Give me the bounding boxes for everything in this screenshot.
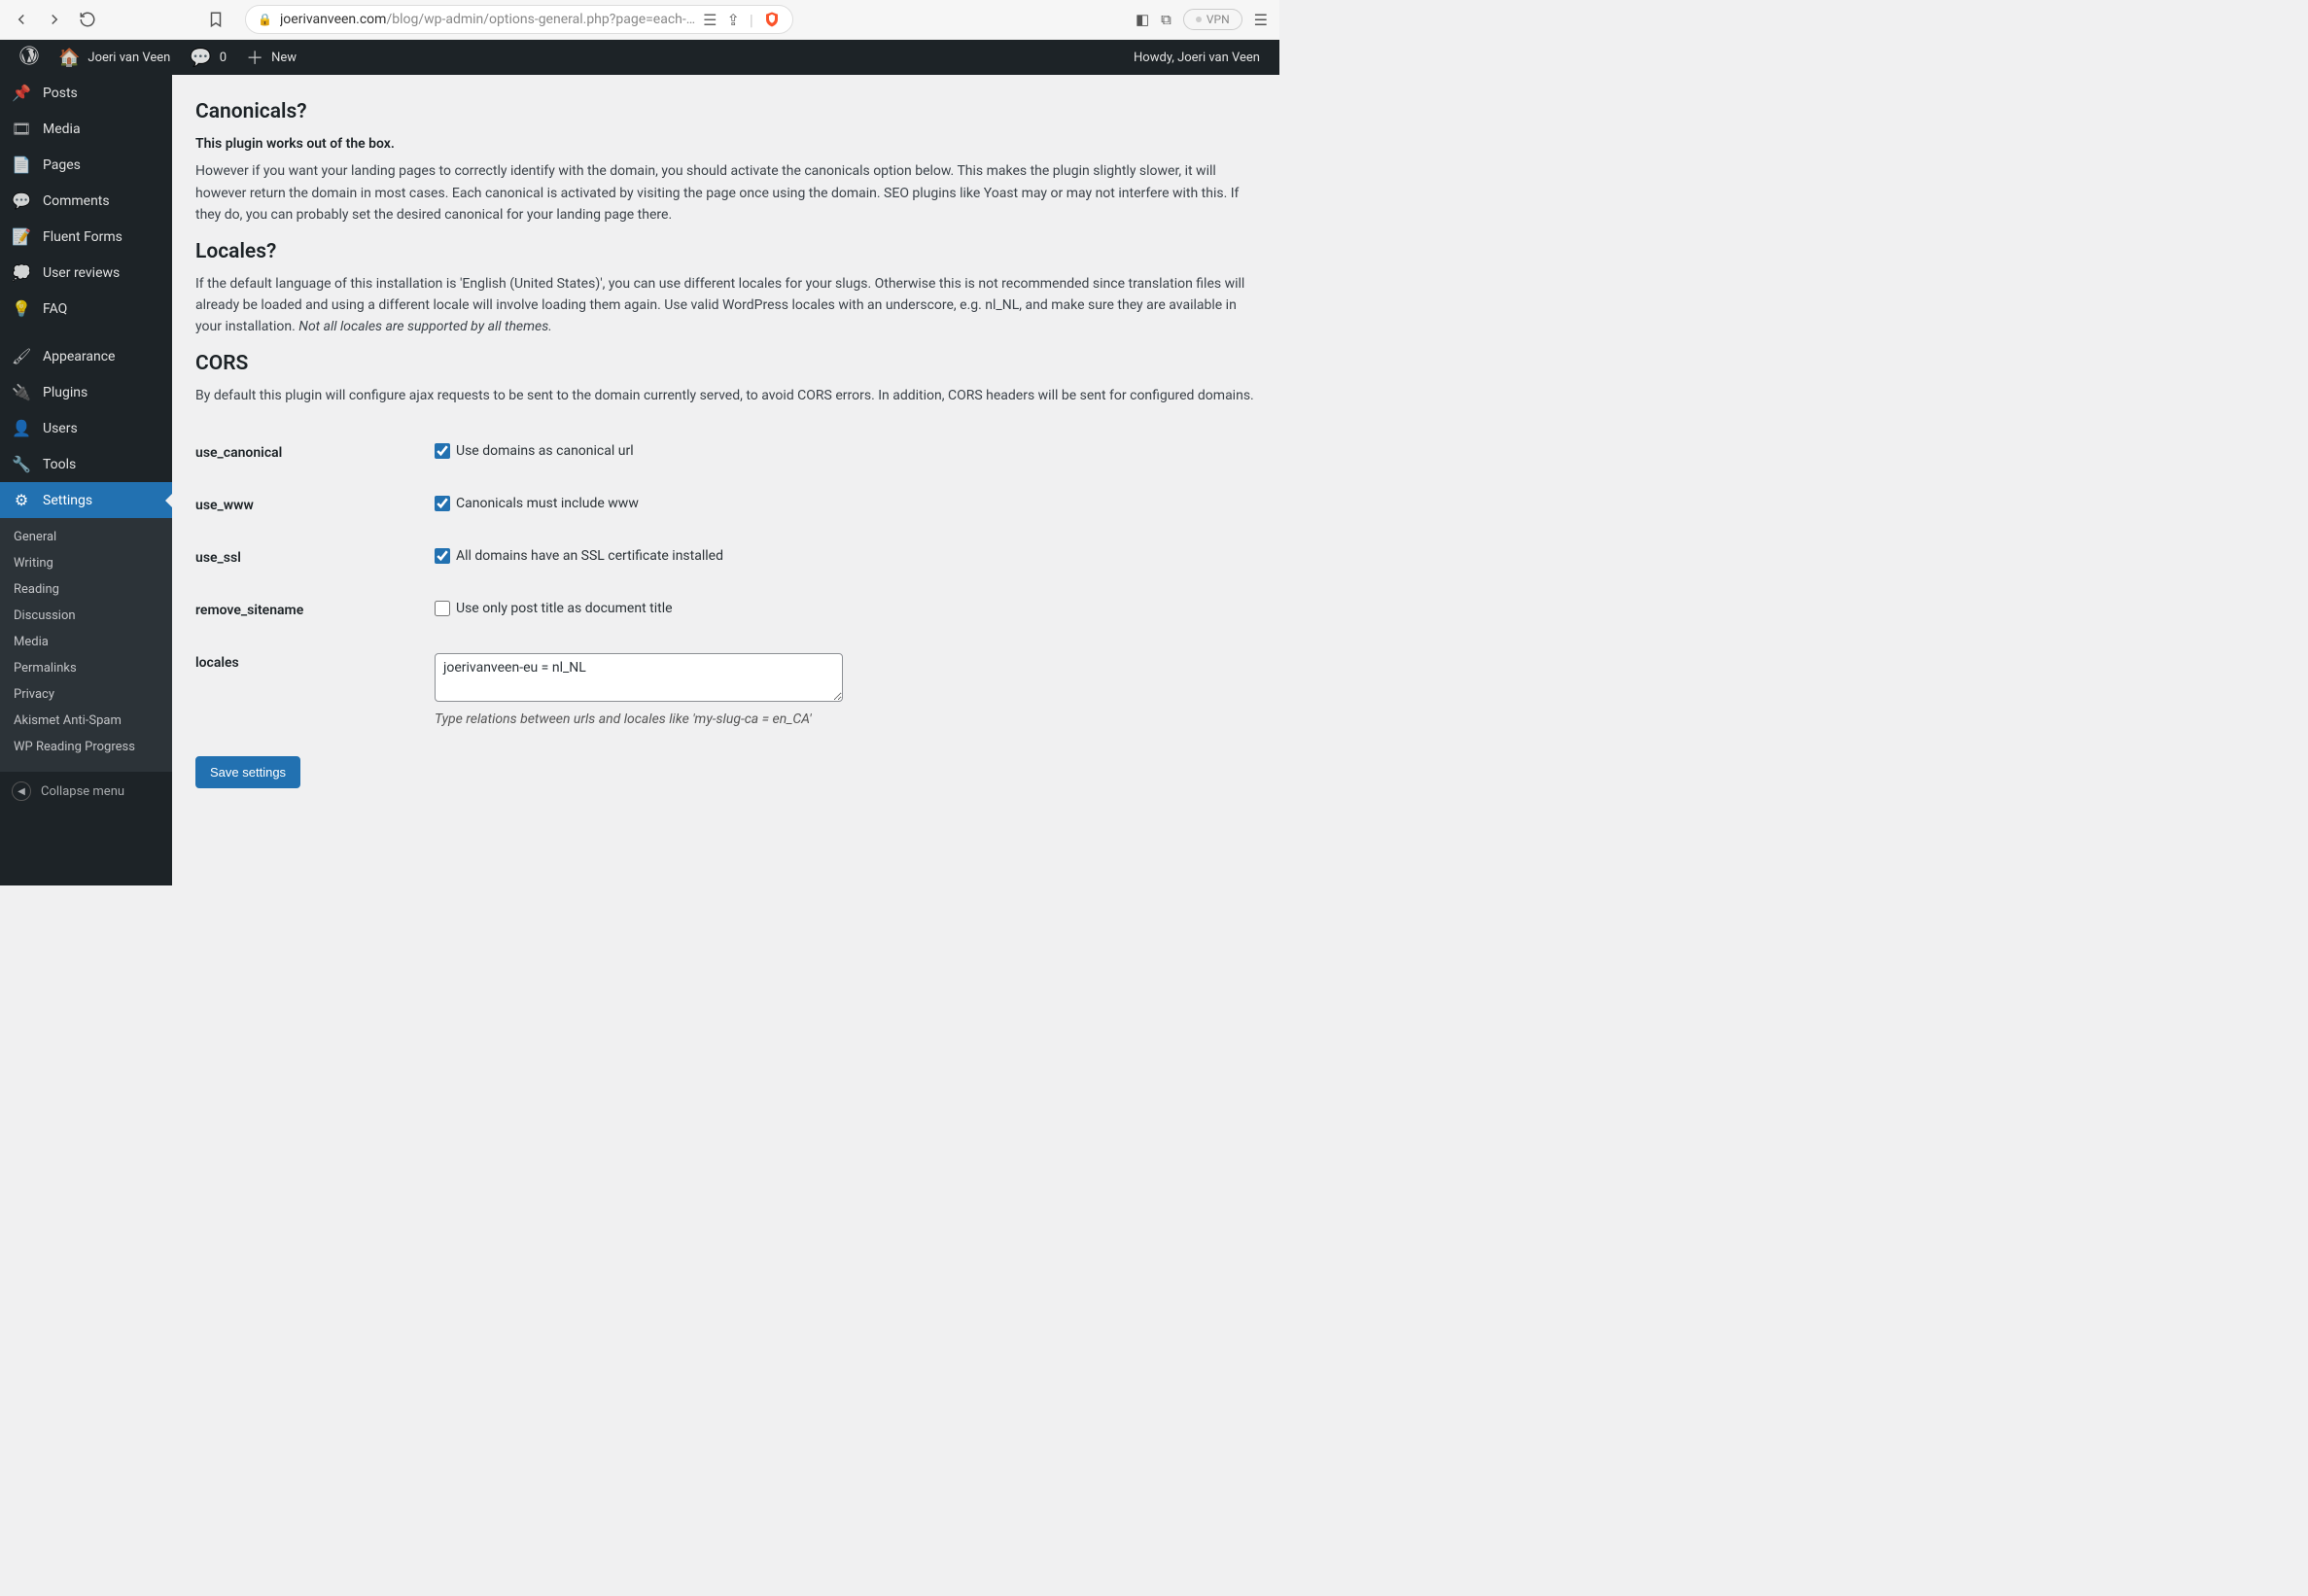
- wp-admin-bar: 🏠Joeri van Veen 💬0 ＋New Howdy, Joeri van…: [0, 40, 1279, 75]
- address-bar[interactable]: 🔒 joerivanveen.com/blog/wp-admin/options…: [245, 5, 793, 34]
- menu-icon: 👤: [12, 419, 31, 437]
- submenu-item-media[interactable]: Media: [0, 629, 172, 655]
- comment-icon: 💬: [190, 48, 211, 68]
- menu-icon: ⚙: [12, 491, 31, 509]
- wp-logo-menu[interactable]: [10, 40, 49, 75]
- url-text: joerivanveen.com/blog/wp-admin/options-g…: [280, 12, 695, 27]
- menu-icon: 📌: [12, 84, 31, 102]
- nav-back-button[interactable]: [12, 10, 31, 29]
- brave-shield-icon[interactable]: [763, 11, 781, 28]
- submenu-item-reading[interactable]: Reading: [0, 576, 172, 603]
- divider: |: [750, 11, 753, 29]
- submenu-item-general[interactable]: General: [0, 524, 172, 550]
- use-ssl-checkbox[interactable]: [435, 548, 450, 564]
- sidebar-item-fluent-forms[interactable]: 📝 Fluent Forms: [0, 219, 172, 255]
- cors-heading: CORS: [195, 352, 1256, 375]
- menu-icon: 🔌: [12, 383, 31, 401]
- menu-icon: 💬: [12, 191, 31, 210]
- collapse-menu-button[interactable]: ◀ Collapse menu: [0, 772, 172, 811]
- canonicals-intro: This plugin works out of the box.: [195, 133, 1256, 155]
- menu-icon: 💡: [12, 299, 31, 318]
- nav-forward-button[interactable]: [45, 10, 64, 29]
- locales-label: locales: [195, 653, 435, 727]
- canonicals-desc: However if you want your landing pages t…: [195, 160, 1256, 226]
- sidebar-item-comments[interactable]: 💬 Comments: [0, 183, 172, 219]
- use-www-label: use_www: [195, 496, 435, 513]
- nav-reload-button[interactable]: [78, 10, 97, 29]
- menu-label: Comments: [43, 193, 110, 209]
- settings-content: Canonicals? This plugin works out of the…: [172, 75, 1279, 885]
- canonicals-heading: Canonicals?: [195, 100, 1256, 123]
- menu-icon: 🖌: [12, 347, 31, 365]
- sidebar-item-settings[interactable]: ⚙ Settings: [0, 482, 172, 518]
- admin-sidebar: 📌 Posts 🎞 Media 📄 Pages 💬 Comments 📝 Fluent Forms…: [0, 75, 172, 885]
- menu-icon: 📝: [12, 227, 31, 246]
- menu-icon: 🔧: [12, 455, 31, 473]
- submenu-item-wp-reading-progress[interactable]: WP Reading Progress: [0, 734, 172, 760]
- new-content-link[interactable]: ＋New: [236, 40, 306, 75]
- wordpress-icon: [19, 46, 39, 69]
- sidebar-item-faq[interactable]: 💡 FAQ: [0, 291, 172, 327]
- locales-desc: If the default language of this installa…: [195, 273, 1256, 338]
- locales-heading: Locales?: [195, 240, 1256, 263]
- menu-label: Appearance: [43, 349, 115, 364]
- panel-toggle-icon[interactable]: ◧: [1136, 11, 1149, 28]
- menu-label: FAQ: [43, 301, 67, 317]
- save-settings-button[interactable]: Save settings: [195, 756, 300, 788]
- comments-link[interactable]: 💬0: [180, 40, 236, 75]
- use-ssl-label: use_ssl: [195, 548, 435, 566]
- menu-icon: 🎞: [12, 120, 31, 138]
- submenu-item-discussion[interactable]: Discussion: [0, 603, 172, 629]
- submenu-item-privacy[interactable]: Privacy: [0, 681, 172, 708]
- menu-label: Fluent Forms: [43, 229, 122, 245]
- remove-sitename-checkbox[interactable]: [435, 601, 450, 616]
- site-name-link[interactable]: 🏠Joeri van Veen: [49, 40, 180, 75]
- submenu-item-permalinks[interactable]: Permalinks: [0, 655, 172, 681]
- collapse-arrow-icon: ◀: [12, 781, 31, 801]
- lock-icon: 🔒: [258, 13, 272, 26]
- locales-hint: Type relations between urls and locales …: [435, 711, 1256, 727]
- menu-icon: 💭: [12, 263, 31, 282]
- sidebar-item-users[interactable]: 👤 Users: [0, 410, 172, 446]
- use-www-checkbox[interactable]: [435, 496, 450, 511]
- use-ssl-text: All domains have an SSL certificate inst…: [456, 548, 723, 564]
- sidebar-item-media[interactable]: 🎞 Media: [0, 111, 172, 147]
- menu-label: Users: [43, 421, 78, 436]
- settings-submenu: GeneralWritingReadingDiscussionMediaPerm…: [0, 518, 172, 772]
- menu-label: Tools: [43, 457, 76, 472]
- submenu-item-akismet-anti-spam[interactable]: Akismet Anti-Spam: [0, 708, 172, 734]
- submenu-item-writing[interactable]: Writing: [0, 550, 172, 576]
- menu-icon: 📄: [12, 156, 31, 174]
- use-www-text: Canonicals must include www: [456, 496, 639, 511]
- plus-icon: ＋: [246, 45, 263, 70]
- menu-label: Plugins: [43, 385, 87, 400]
- menu-label: Media: [43, 121, 81, 137]
- reader-mode-icon[interactable]: ☰: [703, 11, 717, 29]
- menu-label: Pages: [43, 157, 81, 173]
- remove-sitename-text: Use only post title as document title: [456, 601, 673, 616]
- use-canonical-label: use_canonical: [195, 443, 435, 461]
- hamburger-menu-icon[interactable]: ☰: [1254, 11, 1268, 29]
- cors-desc: By default this plugin will configure aj…: [195, 385, 1256, 406]
- use-canonical-text: Use domains as canonical url: [456, 443, 634, 459]
- vpn-button[interactable]: VPN: [1183, 9, 1242, 30]
- menu-label: Settings: [43, 493, 92, 508]
- howdy-account[interactable]: Howdy, Joeri van Veen: [1124, 40, 1270, 75]
- pip-icon[interactable]: ⧉: [1161, 11, 1171, 28]
- use-canonical-checkbox[interactable]: [435, 443, 450, 459]
- menu-label: User reviews: [43, 265, 120, 281]
- browser-toolbar: 🔒 joerivanveen.com/blog/wp-admin/options…: [0, 0, 1279, 40]
- remove-sitename-label: remove_sitename: [195, 601, 435, 618]
- sidebar-item-appearance[interactable]: 🖌 Appearance: [0, 338, 172, 374]
- home-icon: 🏠: [58, 48, 80, 68]
- sidebar-item-posts[interactable]: 📌 Posts: [0, 75, 172, 111]
- sidebar-item-tools[interactable]: 🔧 Tools: [0, 446, 172, 482]
- sidebar-item-pages[interactable]: 📄 Pages: [0, 147, 172, 183]
- sidebar-item-plugins[interactable]: 🔌 Plugins: [0, 374, 172, 410]
- share-icon[interactable]: ⇪: [726, 11, 739, 29]
- locales-textarea[interactable]: [435, 653, 843, 702]
- bookmark-icon[interactable]: [206, 10, 226, 29]
- menu-label: Posts: [43, 86, 78, 101]
- sidebar-item-user-reviews[interactable]: 💭 User reviews: [0, 255, 172, 291]
